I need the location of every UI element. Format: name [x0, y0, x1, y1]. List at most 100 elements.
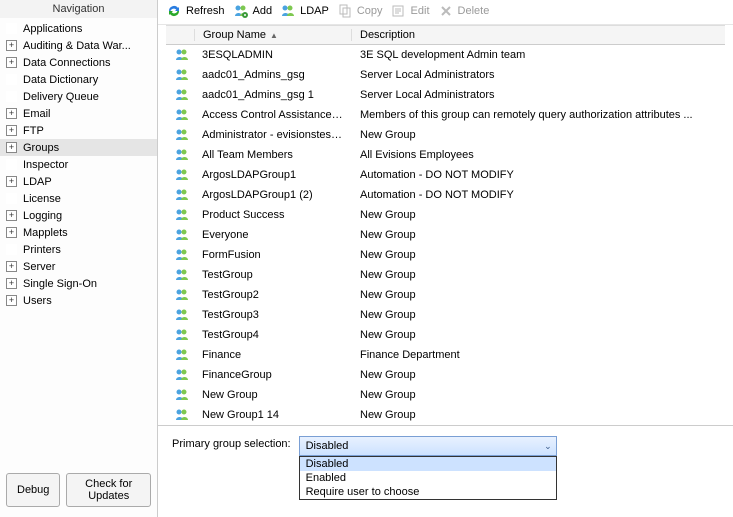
group-icon: [166, 347, 194, 363]
copy-button[interactable]: Copy: [337, 3, 383, 19]
edit-button[interactable]: Edit: [391, 3, 430, 19]
table-row[interactable]: FinanceFinance Department: [166, 345, 725, 365]
nav-item[interactable]: + Data Connections: [0, 54, 157, 71]
dropdown-option[interactable]: Disabled: [300, 457, 556, 471]
expand-icon[interactable]: +: [6, 295, 17, 306]
check-updates-button[interactable]: Check for Updates: [66, 473, 151, 507]
table-row[interactable]: Administrator - evisionstest.comNew Grou…: [166, 125, 725, 145]
group-name-cell: Access Control Assistance Ope...: [194, 109, 352, 121]
nav-item-label: Data Dictionary: [21, 74, 98, 86]
nav-item-label: Logging: [21, 210, 62, 222]
table-row[interactable]: Access Control Assistance Ope...Members …: [166, 105, 725, 125]
nav-item[interactable]: + Groups: [0, 139, 157, 156]
add-button[interactable]: Add: [233, 3, 273, 19]
group-icon: [166, 207, 194, 223]
description-cell: New Group: [352, 229, 725, 241]
expand-icon[interactable]: +: [6, 142, 17, 153]
table-row[interactable]: TestGroup2New Group: [166, 285, 725, 305]
primary-group-select[interactable]: Disabled ⌄ DisabledEnabledRequire user t…: [299, 436, 557, 456]
table-row[interactable]: TestGroupNew Group: [166, 265, 725, 285]
expand-icon[interactable]: +: [6, 108, 17, 119]
nav-item[interactable]: +Email: [0, 105, 157, 122]
nav-item[interactable]: +Server: [0, 258, 157, 275]
description-cell: Members of this group can remotely query…: [352, 109, 725, 121]
debug-button[interactable]: Debug: [6, 473, 60, 507]
description-cell: New Group: [352, 209, 725, 221]
group-icon: [166, 407, 194, 423]
expand-placeholder: [6, 159, 17, 170]
col-description[interactable]: Description: [352, 29, 725, 41]
primary-group-dropdown: DisabledEnabledRequire user to choose: [299, 456, 557, 500]
expand-placeholder: [6, 193, 17, 204]
expand-icon[interactable]: +: [6, 227, 17, 238]
copy-icon: [337, 3, 353, 19]
nav-item[interactable]: Delivery Queue: [0, 88, 157, 105]
nav-item-label: License: [21, 193, 61, 205]
table-row[interactable]: ArgosLDAPGroup1Automation - DO NOT MODIF…: [166, 165, 725, 185]
table-row[interactable]: aadc01_Admins_gsgServer Local Administra…: [166, 65, 725, 85]
refresh-icon: [166, 3, 182, 19]
table-row[interactable]: aadc01_Admins_gsg 1Server Local Administ…: [166, 85, 725, 105]
description-cell: New Group: [352, 129, 725, 141]
col-group-name[interactable]: Group Name ▲: [194, 29, 352, 41]
group-icon: [166, 247, 194, 263]
expand-icon[interactable]: +: [6, 57, 17, 68]
description-cell: Automation - DO NOT MODIFY: [352, 169, 725, 181]
expand-icon[interactable]: +: [6, 210, 17, 221]
table-row[interactable]: 3ESQLADMIN3E SQL development Admin team: [166, 45, 725, 65]
expand-icon[interactable]: +: [6, 40, 17, 51]
nav-item[interactable]: + Logging: [0, 207, 157, 224]
group-name-cell: aadc01_Admins_gsg: [194, 69, 352, 81]
table-row[interactable]: EveryoneNew Group: [166, 225, 725, 245]
expand-icon[interactable]: +: [6, 176, 17, 187]
group-name-cell: TestGroup: [194, 269, 352, 281]
description-cell: All Evisions Employees: [352, 149, 725, 161]
nav-item[interactable]: Data Dictionary: [0, 71, 157, 88]
group-icon: [166, 267, 194, 283]
group-icon: [166, 67, 194, 83]
nav-item[interactable]: Applications: [0, 20, 157, 37]
nav-tree: Applications+Auditing & Data War...+Data…: [0, 18, 157, 465]
table-row[interactable]: TestGroup3New Group: [166, 305, 725, 325]
group-icon: [166, 147, 194, 163]
nav-item[interactable]: +Auditing & Data War...: [0, 37, 157, 54]
ldap-icon: [280, 3, 296, 19]
nav-item[interactable]: Inspector: [0, 156, 157, 173]
table-row[interactable]: ArgosLDAPGroup1 (2)Automation - DO NOT M…: [166, 185, 725, 205]
table-row[interactable]: Product SuccessNew Group: [166, 205, 725, 225]
nav-item[interactable]: + LDAP: [0, 173, 157, 190]
nav-item-label: Groups: [21, 142, 59, 154]
table-row[interactable]: TestGroup4New Group: [166, 325, 725, 345]
table-row[interactable]: FinanceGroupNew Group: [166, 365, 725, 385]
expand-icon[interactable]: +: [6, 278, 17, 289]
nav-item[interactable]: Printers: [0, 241, 157, 258]
table-row[interactable]: New GroupNew Group: [166, 385, 725, 405]
toolbar: Refresh Add LDAP Copy: [158, 0, 733, 25]
nav-item-label: LDAP: [21, 176, 52, 188]
dropdown-option[interactable]: Require user to choose: [300, 485, 556, 499]
group-name-cell: FormFusion: [194, 249, 352, 261]
nav-item-label: Data Connections: [21, 57, 110, 69]
primary-group-selected: Disabled: [306, 440, 349, 452]
nav-item[interactable]: License: [0, 190, 157, 207]
ldap-button[interactable]: LDAP: [280, 3, 329, 19]
nav-item[interactable]: +Mapplets: [0, 224, 157, 241]
table-row[interactable]: New Group1 14New Group: [166, 405, 725, 425]
description-cell: 3E SQL development Admin team: [352, 49, 725, 61]
nav-item[interactable]: +Single Sign-On: [0, 275, 157, 292]
nav-item[interactable]: +Users: [0, 292, 157, 309]
group-icon: [166, 367, 194, 383]
table-row[interactable]: FormFusionNew Group: [166, 245, 725, 265]
expand-icon[interactable]: +: [6, 261, 17, 272]
expand-icon[interactable]: +: [6, 125, 17, 136]
expand-placeholder: [6, 91, 17, 102]
dropdown-option[interactable]: Enabled: [300, 471, 556, 485]
description-cell: New Group: [352, 409, 725, 421]
refresh-button[interactable]: Refresh: [166, 3, 225, 19]
description-cell: New Group: [352, 329, 725, 341]
group-name-cell: TestGroup3: [194, 309, 352, 321]
delete-button[interactable]: Delete: [438, 3, 490, 19]
group-icon: [166, 287, 194, 303]
table-row[interactable]: All Team MembersAll Evisions Employees: [166, 145, 725, 165]
nav-item[interactable]: +FTP: [0, 122, 157, 139]
